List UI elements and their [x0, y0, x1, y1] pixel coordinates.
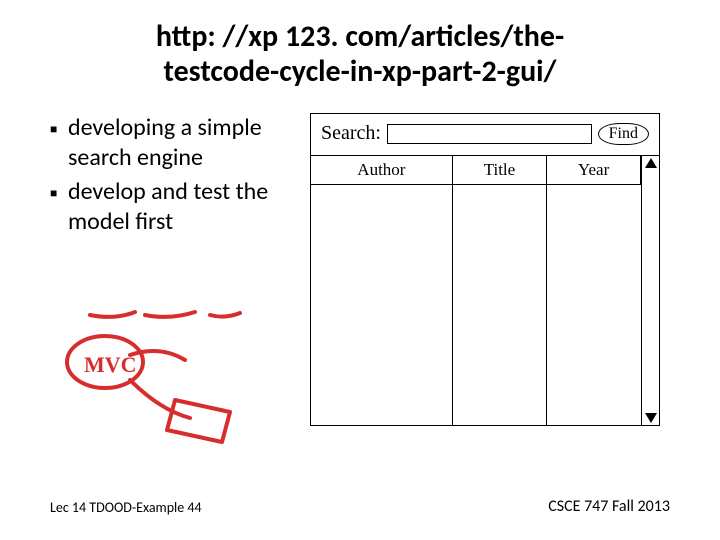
slide-title: http: //xp 123. com/articles/the-testcod…	[50, 20, 670, 89]
bullet-marker: ■	[50, 113, 68, 173]
col-year: Year	[547, 156, 641, 185]
find-button[interactable]: Find	[598, 123, 649, 145]
bullet-text: develop and test the model first	[68, 177, 300, 237]
table-cell	[311, 185, 452, 425]
results-table: Author Title Year	[311, 156, 641, 425]
col-title: Title	[452, 156, 546, 185]
scroll-down-icon[interactable]	[645, 413, 657, 423]
footer-right: CSCE 747 Fall 2013	[548, 497, 670, 516]
scrollbar[interactable]	[641, 156, 659, 425]
search-input[interactable]	[387, 124, 592, 144]
gui-mockup: Search: Find Author Title Year	[310, 113, 660, 426]
scroll-up-icon[interactable]	[645, 158, 657, 168]
footer-left: Lec 14 TDOOD-Example 44	[50, 499, 202, 516]
bullet-marker: ■	[50, 177, 68, 237]
bullet-list: ■ developing a simple search engine ■ de…	[50, 113, 300, 426]
col-author: Author	[311, 156, 452, 185]
search-label: Search:	[321, 122, 381, 145]
list-item: ■ developing a simple search engine	[50, 113, 300, 173]
table-cell	[452, 185, 546, 425]
bullet-text: developing a simple search engine	[68, 113, 300, 173]
table-cell	[547, 185, 641, 425]
list-item: ■ develop and test the model first	[50, 177, 300, 237]
